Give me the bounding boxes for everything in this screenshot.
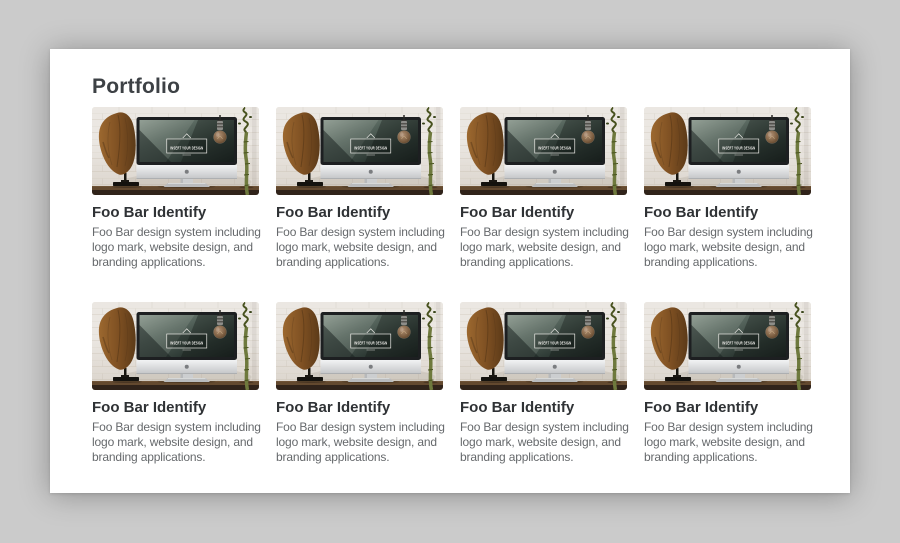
portfolio-thumbnail[interactable] bbox=[644, 302, 811, 390]
portfolio-item-title: Foo Bar Identify bbox=[460, 399, 627, 417]
portfolio-item-description: Foo Bar design system including logo mar… bbox=[276, 420, 451, 465]
portfolio-thumbnail[interactable] bbox=[276, 107, 443, 195]
portfolio-image bbox=[276, 302, 443, 390]
portfolio-item[interactable]: Foo Bar Identify Foo Bar design system i… bbox=[276, 107, 443, 270]
portfolio-item-description: Foo Bar design system including logo mar… bbox=[276, 225, 451, 270]
portfolio-thumbnail[interactable] bbox=[460, 302, 627, 390]
portfolio-item[interactable]: Foo Bar Identify Foo Bar design system i… bbox=[460, 302, 627, 465]
portfolio-item-title: Foo Bar Identify bbox=[644, 399, 811, 417]
portfolio-item-description: Foo Bar design system including logo mar… bbox=[92, 420, 267, 465]
portfolio-item-title: Foo Bar Identify bbox=[92, 204, 259, 222]
portfolio-item-description: Foo Bar design system including logo mar… bbox=[644, 225, 819, 270]
portfolio-item-description: Foo Bar design system including logo mar… bbox=[460, 225, 635, 270]
portfolio-image bbox=[460, 302, 627, 390]
portfolio-item-title: Foo Bar Identify bbox=[460, 204, 627, 222]
portfolio-thumbnail[interactable] bbox=[276, 302, 443, 390]
portfolio-thumbnail[interactable] bbox=[92, 107, 259, 195]
portfolio-item[interactable]: Foo Bar Identify Foo Bar design system i… bbox=[92, 302, 259, 465]
portfolio-item-title: Foo Bar Identify bbox=[276, 399, 443, 417]
portfolio-image bbox=[92, 302, 259, 390]
portfolio-item-title: Foo Bar Identify bbox=[644, 204, 811, 222]
portfolio-item-title: Foo Bar Identify bbox=[276, 204, 443, 222]
portfolio-thumbnail[interactable] bbox=[644, 107, 811, 195]
portfolio-item[interactable]: Foo Bar Identify Foo Bar design system i… bbox=[276, 302, 443, 465]
portfolio-item[interactable]: Foo Bar Identify Foo Bar design system i… bbox=[644, 302, 811, 465]
portfolio-item-description: Foo Bar design system including logo mar… bbox=[460, 420, 635, 465]
portfolio-image bbox=[644, 302, 811, 390]
portfolio-item-title: Foo Bar Identify bbox=[92, 399, 259, 417]
portfolio-image bbox=[644, 107, 811, 195]
portfolio-image bbox=[276, 107, 443, 195]
portfolio-thumbnail[interactable] bbox=[92, 302, 259, 390]
portfolio-image bbox=[460, 107, 627, 195]
portfolio-item-description: Foo Bar design system including logo mar… bbox=[644, 420, 819, 465]
portfolio-panel: Portfolio Foo Bar Identify Foo Bar desig… bbox=[50, 49, 850, 493]
portfolio-grid: Foo Bar Identify Foo Bar design system i… bbox=[92, 107, 812, 465]
portfolio-item-description: Foo Bar design system including logo mar… bbox=[92, 225, 267, 270]
portfolio-item[interactable]: Foo Bar Identify Foo Bar design system i… bbox=[460, 107, 627, 270]
portfolio-image bbox=[92, 107, 259, 195]
portfolio-item[interactable]: Foo Bar Identify Foo Bar design system i… bbox=[92, 107, 259, 270]
portfolio-thumbnail[interactable] bbox=[460, 107, 627, 195]
page-title: Portfolio bbox=[92, 74, 812, 100]
portfolio-item[interactable]: Foo Bar Identify Foo Bar design system i… bbox=[644, 107, 811, 270]
